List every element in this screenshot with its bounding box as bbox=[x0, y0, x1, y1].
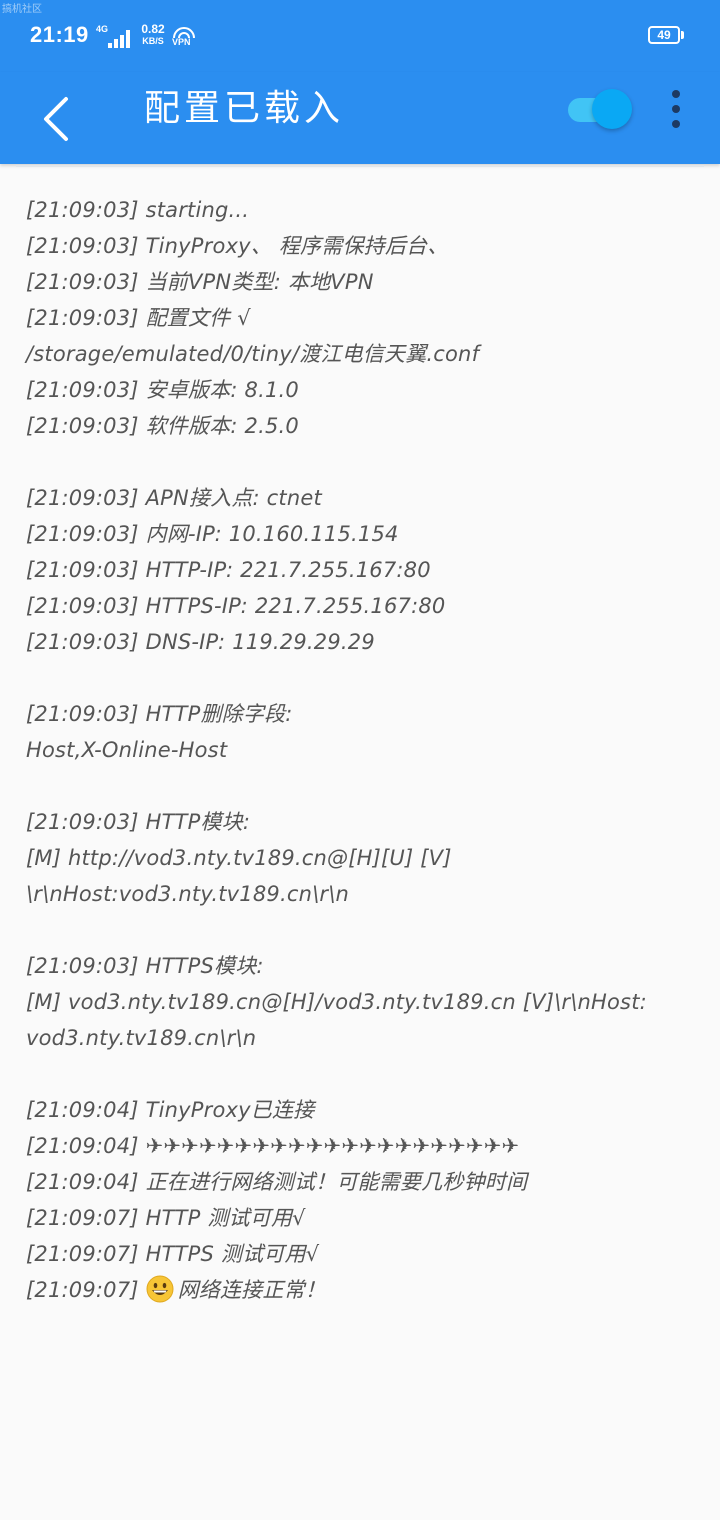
page-title: 配置已载入 bbox=[144, 88, 345, 129]
log-line: vod3.nty.tv189.cn\r\n bbox=[26, 1026, 257, 1050]
log-line: [M] http://vod3.nty.tv189.cn@[H][U] [V] bbox=[26, 846, 452, 870]
vpn-key-icon: VPN bbox=[172, 24, 196, 48]
log-line: [M] vod3.nty.tv189.cn@[H]/vod3.nty.tv189… bbox=[26, 990, 647, 1014]
vpn-label: VPN bbox=[172, 37, 191, 47]
battery-tip bbox=[681, 31, 684, 39]
network-speed-value: 0.82 bbox=[141, 22, 165, 36]
watermark-text: 搞机社区 bbox=[2, 4, 42, 15]
more-vert-icon-dot bbox=[672, 120, 680, 128]
log-line-final-text: 网络连接正常！ bbox=[177, 1278, 326, 1302]
status-bar: 搞机社区 21:19 4G 0.82 KB/S VPN 49 bbox=[0, 0, 720, 72]
battery-level: 49 bbox=[657, 28, 671, 42]
log-line: [21:09:03] 软件版本: 2.5.0 bbox=[26, 414, 299, 438]
log-line-final: [21:09:07] 网络连接正常！ bbox=[26, 1272, 696, 1308]
log-spacer bbox=[26, 768, 696, 804]
signal-bars-icon bbox=[108, 30, 130, 48]
log-line: [21:09:07] HTTP 测试可用√ bbox=[26, 1206, 306, 1230]
log-line: [21:09:03] starting... bbox=[26, 198, 250, 222]
log-line: [21:09:04] TinyProxy已连接 bbox=[26, 1098, 315, 1122]
chevron-left-icon bbox=[44, 97, 68, 141]
log-lines: [21:09:03] starting... [21:09:03] TinyPro… bbox=[26, 192, 696, 1272]
cellular-signal-icon: 4G bbox=[96, 24, 132, 48]
log-line: [21:09:03] 配置文件 √ bbox=[26, 306, 251, 330]
back-button[interactable] bbox=[28, 82, 88, 154]
app-screen: 搞机社区 21:19 4G 0.82 KB/S VPN 49 配置已载入 [21… bbox=[0, 0, 720, 1520]
log-line: [21:09:04] 正在进行网络测试！可能需要几秒钟时间 bbox=[26, 1170, 528, 1194]
log-line: [21:09:03] 当前VPN类型: 本地VPN bbox=[26, 270, 374, 294]
log-spacer bbox=[26, 912, 696, 948]
more-options-button[interactable] bbox=[660, 86, 692, 132]
battery-icon: 49 bbox=[648, 26, 684, 44]
log-line: [21:09:03] HTTP删除字段: bbox=[26, 702, 293, 726]
log-line: [21:09:03] HTTP-IP: 221.7.255.167:80 bbox=[26, 558, 431, 582]
log-line: /storage/emulated/0/tiny/渡江电信天翼.conf bbox=[26, 342, 480, 366]
log-line: [21:09:03] HTTPS-IP: 221.7.255.167:80 bbox=[26, 594, 446, 618]
log-line: [21:09:03] 内网-IP: 10.160.115.154 bbox=[26, 522, 399, 546]
log-spacer bbox=[26, 660, 696, 696]
log-spacer bbox=[26, 444, 696, 480]
log-line: [21:09:03] 安卓版本: 8.1.0 bbox=[26, 378, 299, 402]
status-time: 21:19 bbox=[30, 22, 89, 47]
log-line: [21:09:03] HTTPS模块: bbox=[26, 954, 264, 978]
log-line: [21:09:03] HTTP模块: bbox=[26, 810, 251, 834]
battery-body: 49 bbox=[648, 26, 680, 44]
log-line: \r\nHost:vod3.nty.tv189.cn\r\n bbox=[26, 882, 350, 906]
log-output: [21:09:03] starting... [21:09:03] TinyPro… bbox=[26, 192, 696, 1308]
network-speed: 0.82 KB/S bbox=[137, 23, 169, 47]
log-line: [21:09:03] DNS-IP: 119.29.29.29 bbox=[26, 630, 375, 654]
more-vert-icon-dot bbox=[672, 105, 680, 113]
network-type-label: 4G bbox=[96, 24, 109, 34]
more-vert-icon-dot bbox=[672, 90, 680, 98]
toolbar-divider bbox=[16, 165, 704, 167]
log-line: [21:09:07] HTTPS 测试可用√ bbox=[26, 1242, 320, 1266]
log-line: Host,X-Online-Host bbox=[26, 738, 228, 762]
log-line-final-prefix: [21:09:07] bbox=[26, 1278, 146, 1302]
log-line: [21:09:04] ✈✈✈✈✈✈✈✈✈✈✈✈✈✈✈✈✈✈✈✈✈ bbox=[26, 1134, 520, 1158]
log-line: [21:09:03] TinyProxy、 程序需保持后台、 bbox=[26, 234, 449, 258]
log-spacer bbox=[26, 1056, 696, 1092]
network-speed-unit: KB/S bbox=[142, 36, 164, 46]
app-toolbar: 配置已载入 bbox=[0, 72, 720, 164]
grinning-face-emoji-icon bbox=[146, 1275, 174, 1303]
log-line: [21:09:03] APN接入点: ctnet bbox=[26, 486, 322, 510]
toggle-thumb bbox=[592, 89, 632, 129]
vpn-toggle[interactable] bbox=[566, 88, 636, 132]
